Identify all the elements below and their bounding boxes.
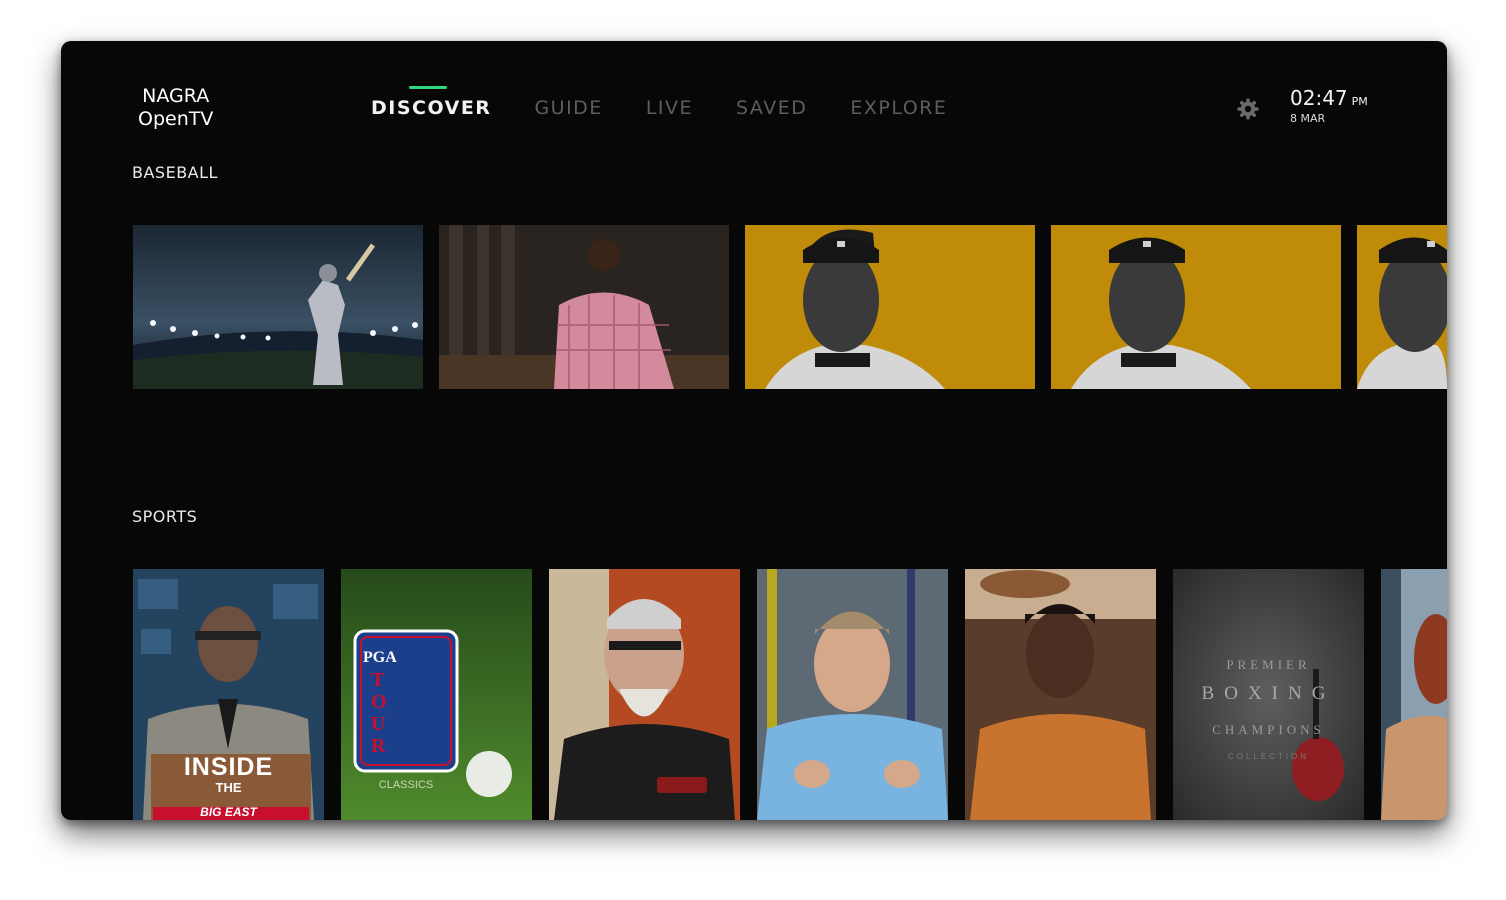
tile-title-boxing: BOXING: [1201, 683, 1336, 704]
tile-man-blue-shirt[interactable]: [757, 569, 948, 820]
clock-time: 02:47: [1290, 86, 1348, 110]
nav-tab-saved[interactable]: SAVED: [736, 97, 807, 119]
tile-title-classics: CLASSICS: [378, 779, 434, 791]
section-title-sports: SPORTS: [132, 507, 198, 526]
top-nav: DISCOVER GUIDE LIVE SAVED EXPLORE: [371, 86, 990, 119]
tile-title-collection: COLLECTION: [1227, 752, 1310, 761]
logo-line-2: OpenTV: [138, 108, 214, 130]
clock-ampm: PM: [1351, 95, 1368, 108]
nav-tab-explore[interactable]: EXPLORE: [850, 97, 947, 119]
section-title-baseball: BASEBALL: [132, 163, 218, 182]
tile-baseball-stadium-batter[interactable]: [133, 225, 423, 389]
tile-premier-boxing-champions[interactable]: PREMIER BOXING CHAMPIONS COLLECTION: [1173, 569, 1364, 820]
tile-baseball-player-portrait[interactable]: [1051, 225, 1341, 389]
clock-date: 8 MAR: [1290, 112, 1326, 125]
tile-title-tour: TOUR: [371, 669, 387, 757]
nav-tab-live[interactable]: LIVE: [646, 97, 693, 119]
nav-tab-discover[interactable]: DISCOVER: [371, 86, 491, 119]
gear-icon[interactable]: [1236, 97, 1260, 121]
tile-title-the: THE: [215, 780, 242, 795]
tile-title-champions: CHAMPIONS: [1212, 722, 1325, 737]
app-logo: NAGRA OpenTV: [138, 85, 213, 131]
tile-woman-plaid-shirt[interactable]: [439, 225, 729, 389]
logo-line-1: NAGRA: [142, 85, 210, 107]
nav-tab-guide[interactable]: GUIDE: [534, 97, 602, 119]
tile-partial[interactable]: [1381, 569, 1447, 820]
tv-screen: NAGRA OpenTV DISCOVER GUIDE LIVE SAVED E…: [61, 41, 1447, 820]
tile-woman-orange-shirt[interactable]: [965, 569, 1156, 820]
clock: 02:47 PM 8 MAR: [1290, 86, 1368, 125]
tile-title-inside: INSIDE: [183, 753, 274, 781]
tile-baseball-player-portrait[interactable]: [745, 225, 1035, 389]
tile-title-big-east: BIG EAST: [200, 805, 257, 819]
sports-row: INSIDE THE BIG EAST PGA TOUR CLASSICS PR…: [133, 569, 1447, 820]
tile-inside-the-big-east[interactable]: INSIDE THE BIG EAST: [133, 569, 324, 820]
tile-title-pga: PGA: [363, 649, 397, 666]
tile-title-premier: PREMIER: [1226, 657, 1311, 672]
tile-bearded-man-glasses[interactable]: [549, 569, 740, 820]
baseball-row: [133, 225, 1447, 389]
tile-baseball-player-portrait[interactable]: [1357, 225, 1447, 389]
tile-pga-tour-classics[interactable]: PGA TOUR CLASSICS: [341, 569, 532, 820]
